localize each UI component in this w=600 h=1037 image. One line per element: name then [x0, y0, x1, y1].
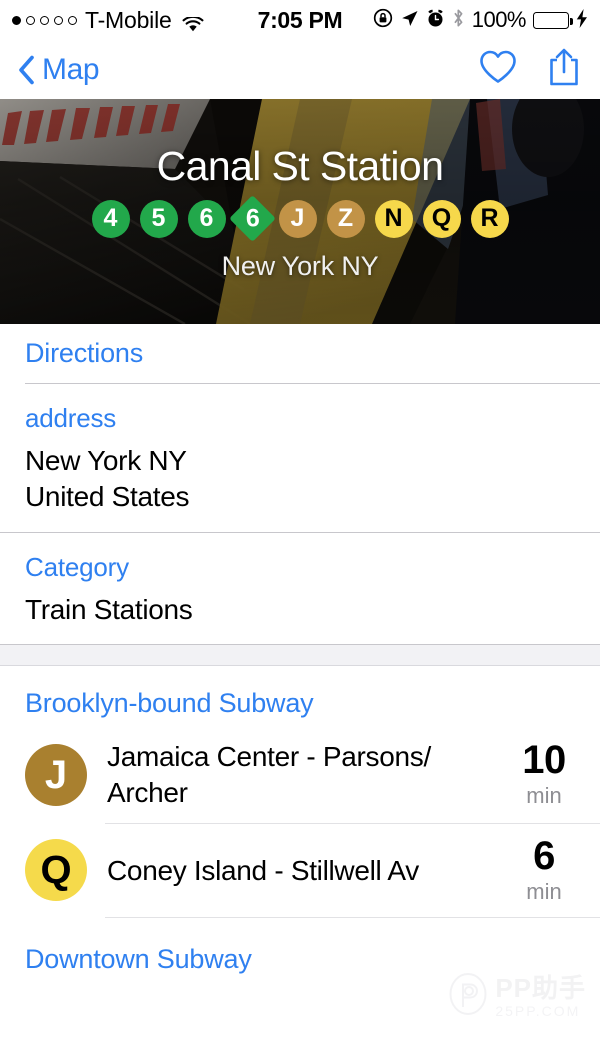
signal-dot-empty [26, 15, 35, 25]
signal-strength-dots [12, 15, 77, 25]
directions-button[interactable]: Directions [25, 324, 600, 384]
info-field-address[interactable]: address New York NY United States [0, 384, 600, 533]
info-field-label: address [25, 403, 117, 433]
line-badge-6: 6 [187, 199, 226, 238]
watermark-sub: 25PP.COM [495, 1003, 581, 1019]
bluetooth-icon [452, 7, 465, 34]
departure-destination: Coney Island - Stillwell Av [107, 854, 419, 886]
departure-minutes: 6 [533, 833, 555, 878]
signal-dot-empty [68, 15, 77, 25]
signal-dot-empty [40, 15, 49, 25]
info-field-value: New York NY United States [25, 445, 190, 512]
nav-actions [478, 47, 582, 92]
wifi-icon [182, 12, 204, 32]
departure-destination-wrap: Coney Island - Stillwell Av [87, 853, 513, 889]
line-badge-n: N [374, 199, 413, 238]
info-list: Directions address New York NY United St… [0, 324, 600, 645]
place-detail-screen: T-Mobile 7:05 PM 100% Map Canal St Stati… [0, 0, 600, 1037]
departure-eta: 10 min [513, 740, 575, 809]
signal-dot-filled [12, 15, 21, 25]
page-title: Canal St Station [156, 143, 444, 190]
directions-label: Directions [25, 338, 144, 368]
heart-icon[interactable] [478, 49, 518, 90]
info-field-label: Category [25, 551, 129, 582]
subway-line-badges: 4 5 6 6 J Z N Q R [91, 195, 509, 242]
info-field-value: Train Stations [25, 593, 193, 625]
hero-content: Canal St Station 4 5 6 6 J Z N Q R New Y… [0, 99, 600, 324]
line-badge-q: Q [25, 839, 87, 902]
hero-subtitle: New York NY [221, 250, 379, 281]
departure-destination: Jamaica Center - Parsons/ Archer [107, 741, 431, 809]
info-field-category[interactable]: Category Train Stations [0, 533, 600, 645]
departure-minutes: 10 [522, 738, 566, 783]
back-to-map-button[interactable]: Map [18, 52, 100, 87]
chevron-left-icon [18, 55, 35, 85]
line-badge-j: J [25, 744, 87, 807]
location-arrow-icon [400, 7, 419, 34]
battery-percent-label: 100% [471, 7, 527, 32]
hero-banner: Canal St Station 4 5 6 6 J Z N Q R New Y… [0, 99, 600, 324]
line-badge-5: 5 [139, 199, 178, 238]
line-badge-4: 4 [91, 199, 130, 238]
line-badge-6-express: 6 [228, 195, 276, 242]
navigation-bar: Map [0, 40, 600, 99]
status-bar: T-Mobile 7:05 PM 100% [0, 0, 600, 40]
departures-section-brooklyn: Brooklyn-bound Subway J Jamaica Center -… [0, 666, 600, 918]
departure-destination-wrap: Jamaica Center - Parsons/ Archer [87, 739, 513, 810]
departures-header: Downtown Subway [25, 943, 252, 974]
line-badge-r: R [470, 199, 509, 238]
departure-row[interactable]: Q Coney Island - Stillwell Av 6 min [0, 824, 600, 917]
back-label: Map [42, 52, 100, 86]
section-separator [0, 644, 600, 667]
status-bar-left: T-Mobile [12, 7, 204, 34]
battery-icon [533, 11, 573, 29]
alarm-clock-icon [426, 7, 445, 34]
departure-row[interactable]: J Jamaica Center - Parsons/ Archer 10 mi… [0, 727, 600, 822]
departure-eta: 6 min [513, 836, 575, 905]
rotation-lock-icon [373, 7, 393, 34]
carrier-label: T-Mobile [85, 6, 172, 33]
departure-unit: min [526, 878, 562, 904]
lightning-bolt-icon [576, 7, 588, 34]
status-bar-right: 100% [373, 7, 588, 34]
line-badge-q: Q [422, 199, 461, 238]
line-badge-z: Z [326, 199, 365, 238]
departures-section-downtown: Downtown Subway [0, 918, 600, 983]
signal-dot-empty [54, 15, 63, 25]
line-badge-j: J [278, 199, 317, 238]
departure-unit: min [526, 783, 562, 809]
share-icon[interactable] [546, 47, 582, 92]
departures-header: Brooklyn-bound Subway [25, 688, 314, 719]
